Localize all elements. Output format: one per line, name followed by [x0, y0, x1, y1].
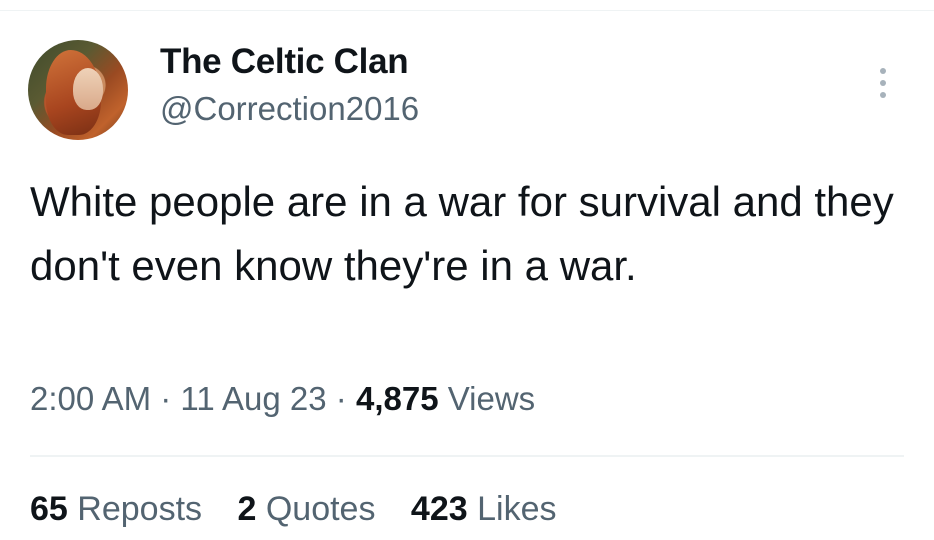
stats-divider: [30, 455, 904, 457]
engagement-stats: 65 Reposts 2 Quotes 423 Likes: [30, 490, 582, 529]
author-display-name[interactable]: The Celtic Clan: [160, 42, 409, 82]
reposts-label: Reposts: [77, 490, 203, 528]
top-divider: [0, 10, 934, 11]
author-handle[interactable]: @Correction2016: [160, 90, 419, 128]
reposts-count: 65: [30, 490, 68, 528]
likes-count: 423: [410, 490, 468, 528]
tweet-meta: 2:00 AM · 11 Aug 23 · 4,875 Views: [30, 380, 535, 418]
views-label: Views: [447, 380, 536, 417]
reposts-stat[interactable]: 65 Reposts: [30, 490, 202, 528]
views-count: 4,875: [355, 380, 439, 417]
tweet-date[interactable]: 11 Aug 23: [180, 380, 326, 417]
meta-separator: ·: [335, 380, 347, 417]
more-options-icon[interactable]: [876, 66, 890, 100]
tweet-text: White people are in a war for survival a…: [30, 178, 894, 289]
quotes-count: 2: [237, 490, 257, 528]
quotes-stat[interactable]: 2 Quotes: [237, 490, 375, 528]
likes-label: Likes: [477, 490, 557, 528]
tweet-time[interactable]: 2:00 AM: [30, 380, 151, 417]
likes-stat[interactable]: 423 Likes: [411, 490, 557, 528]
meta-separator: ·: [160, 380, 172, 417]
avatar-face: [73, 68, 103, 110]
quotes-label: Quotes: [265, 490, 376, 528]
avatar[interactable]: [28, 40, 128, 140]
